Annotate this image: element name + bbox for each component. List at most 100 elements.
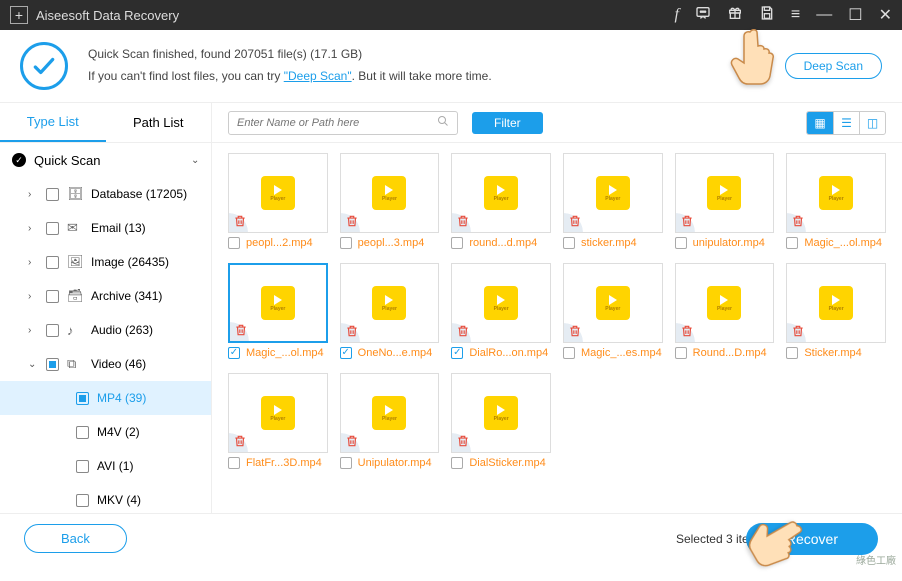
file-checkbox[interactable]: [228, 237, 240, 249]
file-checkbox[interactable]: [228, 457, 240, 469]
checkbox[interactable]: [76, 460, 89, 473]
file-checkbox[interactable]: [563, 347, 575, 359]
file-thumb[interactable]: Player: [563, 153, 663, 233]
file-thumb[interactable]: Player: [675, 263, 775, 343]
file-thumb[interactable]: Player: [340, 153, 440, 233]
file-checkbox[interactable]: [340, 457, 352, 469]
back-button[interactable]: Back: [24, 524, 127, 553]
file-thumb[interactable]: Player: [340, 373, 440, 453]
checkbox[interactable]: [46, 290, 59, 303]
file-card[interactable]: Player Round...D.mp4: [675, 263, 775, 359]
search-input[interactable]: [237, 117, 437, 129]
chevron-right-icon[interactable]: ›: [28, 257, 38, 268]
file-checkbox[interactable]: [228, 347, 240, 359]
deep-scan-button[interactable]: Deep Scan: [785, 53, 882, 79]
file-card[interactable]: Player Magic_...es.mp4: [563, 263, 663, 359]
filter-button[interactable]: Filter: [472, 112, 543, 134]
tree-node[interactable]: › 🗃 Archive (341): [0, 279, 211, 313]
tree-child[interactable]: AVI (1): [0, 449, 211, 483]
facebook-icon[interactable]: f: [674, 6, 678, 24]
checkbox[interactable]: [46, 324, 59, 337]
file-checkbox[interactable]: [451, 457, 463, 469]
file-card[interactable]: Player unipulator.mp4: [675, 153, 775, 249]
chevron-right-icon[interactable]: ›: [28, 325, 38, 336]
chevron-right-icon[interactable]: ›: [28, 189, 38, 200]
file-thumb[interactable]: Player: [228, 373, 328, 453]
minimize-icon[interactable]: —: [816, 6, 832, 24]
file-card[interactable]: Player Magic_...ol.mp4: [786, 153, 886, 249]
checkbox[interactable]: [76, 392, 89, 405]
tab-type-list[interactable]: Type List: [0, 103, 106, 142]
file-card[interactable]: Player peopl...3.mp4: [340, 153, 440, 249]
file-thumb[interactable]: Player: [451, 263, 551, 343]
deep-scan-link[interactable]: "Deep Scan": [284, 69, 352, 83]
maximize-icon[interactable]: ☐: [848, 5, 862, 25]
file-thumb[interactable]: Player: [451, 373, 551, 453]
search-box[interactable]: [228, 111, 458, 135]
file-thumb[interactable]: Player: [340, 263, 440, 343]
file-card[interactable]: Player Unipulator.mp4: [340, 373, 440, 469]
close-icon[interactable]: ✕: [879, 5, 892, 25]
tree-node[interactable]: › 🖼 Image (26435): [0, 245, 211, 279]
checkbox[interactable]: [46, 222, 59, 235]
file-checkbox[interactable]: [451, 237, 463, 249]
checkbox[interactable]: [46, 188, 59, 201]
file-checkbox[interactable]: [786, 347, 798, 359]
player-icon: Player: [372, 176, 406, 210]
file-checkbox[interactable]: [675, 237, 687, 249]
file-card[interactable]: Player FlatFr...3D.mp4: [228, 373, 328, 469]
tree-node[interactable]: › 🗄 Database (17205): [0, 177, 211, 211]
file-card[interactable]: Player DialRo...on.mp4: [451, 263, 551, 359]
checkbox[interactable]: [76, 494, 89, 507]
tree-node[interactable]: › ♪ Audio (263): [0, 313, 211, 347]
view-grid-icon[interactable]: ▦: [807, 112, 833, 134]
file-thumb[interactable]: Player: [786, 153, 886, 233]
file-card[interactable]: Player sticker.mp4: [563, 153, 663, 249]
gift-icon[interactable]: [727, 5, 743, 26]
tab-path-list[interactable]: Path List: [106, 103, 212, 142]
chevron-down-icon[interactable]: ⌄: [191, 155, 201, 166]
file-thumb[interactable]: Player: [451, 153, 551, 233]
checkbox[interactable]: [46, 256, 59, 269]
search-icon[interactable]: [437, 114, 449, 132]
checkbox-icon[interactable]: ✓: [12, 153, 26, 167]
file-thumb[interactable]: Player: [786, 263, 886, 343]
file-checkbox[interactable]: [340, 347, 352, 359]
chevron-down-icon[interactable]: ⌄: [28, 359, 38, 370]
tree-child[interactable]: MP4 (39): [0, 381, 211, 415]
checkbox[interactable]: [76, 426, 89, 439]
trash-icon: [680, 214, 694, 228]
tree-node[interactable]: ⌄ ⧉ Video (46): [0, 347, 211, 381]
file-card[interactable]: Player OneNo...e.mp4: [340, 263, 440, 359]
checkbox[interactable]: [46, 358, 59, 371]
file-thumb[interactable]: Player: [228, 263, 328, 343]
file-card[interactable]: Player round...d.mp4: [451, 153, 551, 249]
file-card[interactable]: Player Sticker.mp4: [786, 263, 886, 359]
chevron-right-icon[interactable]: ›: [28, 291, 38, 302]
tree-child[interactable]: MKV (4): [0, 483, 211, 513]
file-checkbox[interactable]: [451, 347, 463, 359]
file-checkbox[interactable]: [563, 237, 575, 249]
tree-node[interactable]: › ✉ Email (13): [0, 211, 211, 245]
file-card[interactable]: Player Magic_...ol.mp4: [228, 263, 328, 359]
save-icon[interactable]: [759, 5, 775, 26]
file-thumb[interactable]: Player: [563, 263, 663, 343]
player-icon: Player: [596, 176, 630, 210]
view-detail-icon[interactable]: ◫: [859, 112, 885, 134]
view-list-icon[interactable]: ☰: [833, 112, 859, 134]
feedback-icon[interactable]: [695, 5, 711, 26]
file-thumb[interactable]: Player: [675, 153, 775, 233]
trash-icon: [233, 214, 247, 228]
trash-icon: [345, 324, 359, 338]
file-checkbox[interactable]: [675, 347, 687, 359]
file-card[interactable]: Player DialSticker.mp4: [451, 373, 551, 469]
file-checkbox[interactable]: [340, 237, 352, 249]
file-thumb[interactable]: Player: [228, 153, 328, 233]
root-node[interactable]: ✓ Quick Scan ⌄: [0, 143, 211, 177]
chevron-right-icon[interactable]: ›: [28, 223, 38, 234]
menu-icon[interactable]: ≡: [791, 6, 800, 24]
file-checkbox[interactable]: [786, 237, 798, 249]
recover-button[interactable]: Recover: [746, 523, 878, 555]
file-card[interactable]: Player peopl...2.mp4: [228, 153, 328, 249]
tree-child[interactable]: M4V (2): [0, 415, 211, 449]
